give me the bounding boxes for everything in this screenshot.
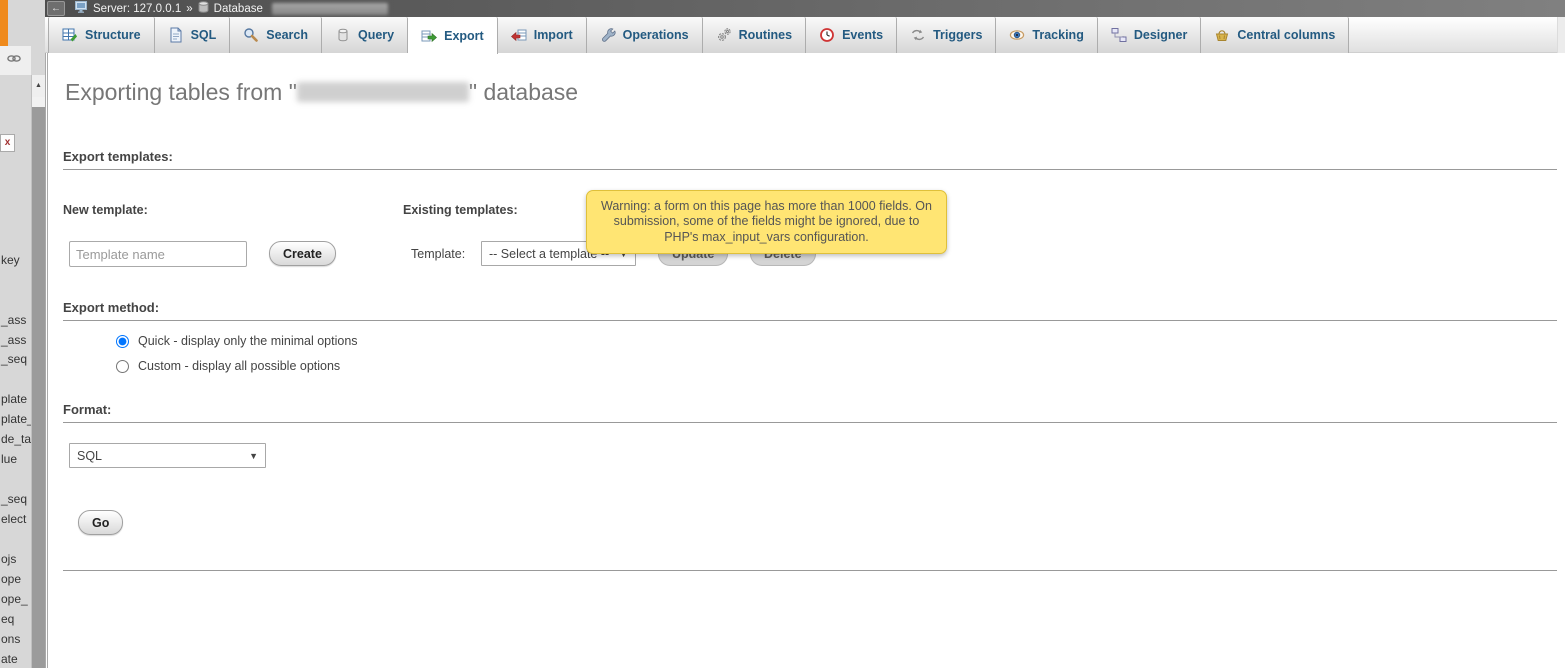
tab-import[interactable]: Import [498,17,587,53]
import-icon [511,27,527,43]
sidebar-scrollbar[interactable]: ▲ [31,75,45,668]
tab-export[interactable]: Export [408,17,498,54]
new-template-label: New template: [63,203,148,217]
export-method-custom-option[interactable]: Custom - display all possible options [116,359,340,373]
database-icon [198,1,209,16]
sidebar-table-name-fragment[interactable]: ope_ [1,592,28,606]
search-icon [243,27,259,43]
export-page-content: Exporting tables from "" database Export… [45,53,1565,668]
tab-search[interactable]: Search [230,17,322,53]
max-input-vars-warning-tooltip: Warning: a form on this page has more th… [586,190,947,254]
chevron-down-icon: ▼ [249,451,258,461]
breadcrumb-server[interactable]: Server: 127.0.0.1 [93,3,181,15]
triggers-icon [910,27,926,43]
format-heading: Format: [63,402,1557,423]
sidebar-table-name-fragment[interactable]: ate [1,652,18,666]
create-template-button[interactable]: Create [269,241,336,266]
operations-wrench-icon [600,27,616,43]
events-clock-icon [819,27,835,43]
tab-sql[interactable]: SQL [155,17,231,53]
tab-triggers[interactable]: Triggers [897,17,996,53]
redacted-database-name [272,3,388,15]
server-monitor-icon [75,1,88,16]
sidebar-table-name-fragment[interactable]: _ass [1,313,26,327]
scroll-up-arrow[interactable]: ▲ [32,75,45,97]
central-columns-basket-icon [1214,27,1230,43]
sidebar-scrollbar-thumb[interactable] [32,107,45,668]
redacted-database-name [297,82,469,102]
sidebar-table-name-fragment[interactable]: _seq [1,492,27,506]
page-title: Exporting tables from "" database [65,79,578,106]
navigation-sidebar: x key _ass _ass _seq plate plate_ de_ta … [0,0,45,668]
sidebar-table-name-fragment[interactable]: key [1,253,20,267]
sidebar-table-name-fragment[interactable]: plate_ [1,412,34,426]
designer-icon [1111,27,1127,43]
form-bottom-divider [63,570,1557,571]
go-button[interactable]: Go [78,510,123,535]
sidebar-table-name-fragment[interactable]: ope [1,572,21,586]
tab-designer[interactable]: Designer [1098,17,1202,53]
structure-icon [62,27,78,43]
sidebar-table-name-fragment[interactable]: elect [1,512,26,526]
quick-radio[interactable] [116,335,129,348]
tab-central-columns[interactable]: Central columns [1201,17,1349,53]
tab-query[interactable]: Query [322,17,408,53]
tracking-eye-icon [1009,27,1025,43]
sidebar-table-name-fragment[interactable]: _ass [1,333,26,347]
export-method-quick-option[interactable]: Quick - display only the minimal options [116,334,358,348]
collapse-navigation-button[interactable]: ← [47,1,65,16]
phpmyadmin-logo-sliver [0,0,8,46]
sidebar-table-name-fragment[interactable]: de_ta [1,432,31,446]
export-method-heading: Export method: [63,300,1557,321]
custom-radio[interactable] [116,360,129,373]
sidebar-table-name-fragment[interactable]: plate [1,392,27,406]
tab-tracking[interactable]: Tracking [996,17,1097,53]
existing-templates-label: Existing templates: [403,203,518,217]
template-label: Template: [411,247,465,261]
tab-operations[interactable]: Operations [587,17,703,53]
sidebar-table-name-fragment[interactable]: lue [1,452,17,466]
sidebar-table-name-fragment[interactable]: ojs [1,552,16,566]
sql-icon [168,27,184,43]
sidebar-table-name-fragment[interactable]: ons [1,632,20,646]
tab-structure[interactable]: Structure [48,17,155,53]
database-tab-bar: Structure SQL Search Query Ex [45,17,1565,53]
sidebar-table-name-fragment[interactable]: _seq [1,352,27,366]
link-chain-icon [7,50,21,68]
format-select[interactable]: SQL ▼ [69,443,266,468]
server-breadcrumb-bar: ← Server: 127.0.0.1 » Database [45,0,1565,17]
query-icon [335,27,351,43]
tab-events[interactable]: Events [806,17,897,53]
breadcrumb-database[interactable]: Database [214,3,263,15]
export-icon [421,28,437,44]
sidebar-table-name-fragment[interactable]: eq [1,612,14,626]
template-name-input[interactable] [69,241,247,267]
tab-routines[interactable]: Routines [703,17,806,53]
routines-gears-icon [716,27,732,43]
breadcrumb-separator: » [186,3,192,15]
export-templates-heading: Export templates: [63,149,1557,170]
clear-filter-button[interactable]: x [0,134,15,152]
